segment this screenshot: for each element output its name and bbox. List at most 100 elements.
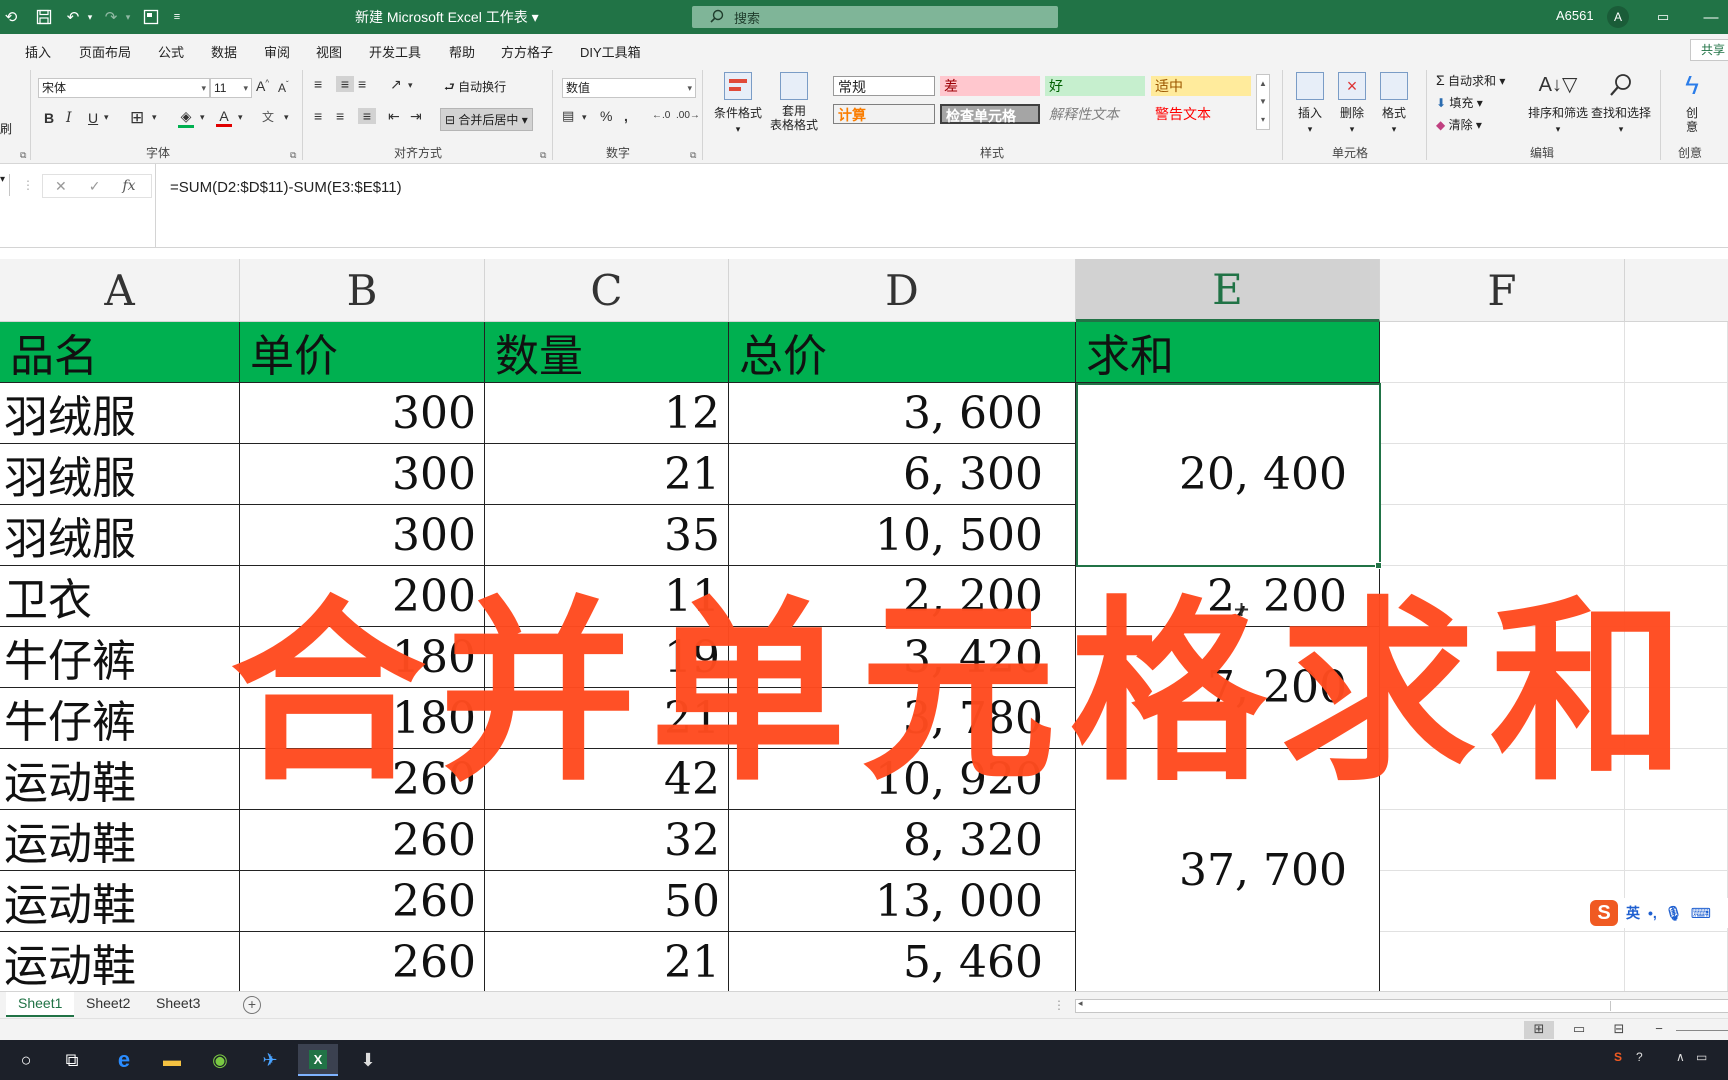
punctuation-icon[interactable]: •, xyxy=(1648,905,1657,921)
empty-cell[interactable] xyxy=(1380,505,1625,566)
phonetic-dropdown-icon[interactable]: ▾ xyxy=(284,112,289,123)
fill-button[interactable]: ⬇ 填充 ▾ xyxy=(1436,94,1483,111)
table-cell[interactable]: 21 xyxy=(485,932,729,991)
table-cell[interactable]: 300 xyxy=(240,444,485,505)
table-cell[interactable]: 21 xyxy=(485,444,729,505)
font-size-select[interactable]: 11 ▾ xyxy=(210,78,252,98)
search-box[interactable]: 搜索 xyxy=(692,6,1058,28)
merged-sum-cell[interactable]: 2, 200 xyxy=(1076,566,1380,627)
style-bad[interactable]: 差 xyxy=(940,76,1040,96)
file-explorer-icon[interactable]: ▬ xyxy=(152,1044,192,1076)
header-cell-quantity[interactable]: 数量 xyxy=(485,322,729,383)
tab-help[interactable]: 帮助 xyxy=(449,42,475,61)
zoom-slider[interactable] xyxy=(1676,1030,1728,1031)
accounting-format-icon[interactable]: ▤ xyxy=(562,108,574,124)
comma-style-icon[interactable]: , xyxy=(624,108,628,124)
empty-cell[interactable] xyxy=(1625,932,1728,991)
orientation-dropdown-icon[interactable]: ▾ xyxy=(408,80,413,91)
empty-cell[interactable] xyxy=(1625,444,1728,505)
table-cell[interactable]: 200 xyxy=(240,566,485,627)
table-cell[interactable]: 42 xyxy=(485,749,729,810)
sheet-tab-3[interactable]: Sheet3 xyxy=(144,992,212,1017)
align-bottom-icon[interactable]: ≡ xyxy=(358,76,366,92)
page-break-view-icon[interactable]: ⊟ xyxy=(1604,1021,1634,1039)
table-cell[interactable]: 卫衣 xyxy=(0,566,240,627)
share-button[interactable]: 共享 xyxy=(1690,39,1728,61)
customize-toolbar-icon[interactable]: ≡ xyxy=(170,6,184,28)
sogou-tray-icon[interactable]: S xyxy=(1614,1050,1622,1064)
empty-cell[interactable] xyxy=(1380,627,1625,688)
table-cell[interactable]: 13, 000 xyxy=(729,871,1076,932)
table-cell[interactable]: 260 xyxy=(240,932,485,991)
tab-view[interactable]: 视图 xyxy=(316,42,342,61)
number-launcher-icon[interactable]: ⧉ xyxy=(690,150,696,161)
tab-data[interactable]: 数据 xyxy=(211,42,237,61)
table-cell[interactable]: 3, 780 xyxy=(729,688,1076,749)
column-header-f[interactable]: F xyxy=(1380,259,1625,322)
tab-splitter-icon[interactable]: ⋮ xyxy=(1053,998,1065,1012)
empty-cell[interactable] xyxy=(1380,749,1625,810)
merge-center-button[interactable]: ⊟ 合并后居中 ▾ xyxy=(440,108,533,131)
autosum-button[interactable]: Σ 自动求和 ▾ xyxy=(1436,72,1505,89)
insert-function-icon[interactable]: fx xyxy=(122,178,135,194)
table-cell[interactable]: 300 xyxy=(240,505,485,566)
table-cell[interactable]: 牛仔裤 xyxy=(0,627,240,688)
sort-filter-button[interactable]: A↓▽ 排序和筛选 ▾ xyxy=(1528,72,1588,135)
page-layout-view-icon[interactable]: ▭ xyxy=(1564,1021,1594,1039)
tab-insert[interactable]: 插入 xyxy=(25,42,51,61)
table-cell[interactable]: 300 xyxy=(240,383,485,444)
empty-cell[interactable] xyxy=(1625,566,1728,627)
border-icon[interactable]: ⊞ xyxy=(130,108,144,128)
form-icon[interactable] xyxy=(140,6,162,28)
column-header-e[interactable]: E xyxy=(1076,259,1380,322)
table-cell[interactable]: 180 xyxy=(240,688,485,749)
empty-cell[interactable] xyxy=(1380,566,1625,627)
alignment-launcher-icon[interactable]: ⧉ xyxy=(540,150,546,161)
messaging-app-icon[interactable]: ✈ xyxy=(250,1044,290,1076)
align-left-icon[interactable]: ≡ xyxy=(314,108,322,124)
table-cell[interactable]: 羽绒服 xyxy=(0,383,240,444)
decrease-indent-icon[interactable]: ⇤ xyxy=(388,108,400,125)
increase-indent-icon[interactable]: ⇥ xyxy=(410,108,422,125)
sheet-tab-2[interactable]: Sheet2 xyxy=(74,992,142,1017)
phonetic-icon[interactable]: 文 xyxy=(262,108,274,125)
scrollbar-thumb[interactable] xyxy=(1091,1001,1611,1011)
empty-cell[interactable] xyxy=(1625,322,1728,383)
header-cell-product[interactable]: 品名 xyxy=(0,322,240,383)
create-button[interactable]: ϟ 创意 xyxy=(1672,70,1712,134)
empty-cell[interactable] xyxy=(1625,688,1728,749)
keyboard-icon[interactable]: ⌨ xyxy=(1691,905,1711,922)
document-title[interactable]: 新建 Microsoft Excel 工作表 ▾ xyxy=(355,7,539,27)
find-select-button[interactable]: 查找和选择 ▾ xyxy=(1590,72,1652,135)
table-cell[interactable]: 牛仔裤 xyxy=(0,688,240,749)
ime-toolbar[interactable]: S 英 •, 🎙 ⌨ xyxy=(1586,898,1728,928)
fill-handle[interactable] xyxy=(1375,562,1382,569)
align-top-icon[interactable]: ≡ xyxy=(314,76,322,92)
table-cell[interactable]: 6, 300 xyxy=(729,444,1076,505)
table-cell[interactable]: 运动鞋 xyxy=(0,932,240,991)
style-neutral[interactable]: 适中 xyxy=(1151,76,1251,96)
fill-color-icon[interactable]: ◈ xyxy=(178,108,194,128)
orientation-icon[interactable]: ↗ xyxy=(390,76,402,93)
column-header-b[interactable]: B xyxy=(240,259,485,322)
enter-icon[interactable]: ✓ xyxy=(89,178,101,195)
zoom-out-icon[interactable]: − xyxy=(1644,1021,1674,1039)
autosave-icon[interactable]: ⟲ xyxy=(0,6,22,28)
empty-cell[interactable] xyxy=(1380,383,1625,444)
task-view-icon[interactable]: ⧉ xyxy=(52,1044,92,1076)
tab-formulas[interactable]: 公式 xyxy=(158,42,184,61)
table-cell[interactable]: 11 xyxy=(485,566,729,627)
clipboard-launcher-icon[interactable]: ⧉ xyxy=(20,150,26,161)
table-cell[interactable]: 羽绒服 xyxy=(0,444,240,505)
font-name-select[interactable]: 宋体 ▾ xyxy=(38,78,210,98)
empty-cell[interactable] xyxy=(1380,444,1625,505)
decrease-decimal-icon[interactable]: .00→ xyxy=(676,110,700,121)
style-normal[interactable]: 常规 xyxy=(833,76,935,96)
styles-gallery-scroll[interactable]: ▲ ▼ ▾ xyxy=(1256,74,1270,130)
tab-page-layout[interactable]: 页面布局 xyxy=(79,42,131,61)
merged-sum-cell[interactable]: 7, 200 xyxy=(1076,627,1380,749)
user-name[interactable]: A6561 xyxy=(1556,8,1594,23)
conditional-format-button[interactable]: 条件格式 ▾ xyxy=(710,72,766,135)
header-cell-price[interactable]: 单价 xyxy=(240,322,485,383)
table-cell[interactable]: 5, 460 xyxy=(729,932,1076,991)
